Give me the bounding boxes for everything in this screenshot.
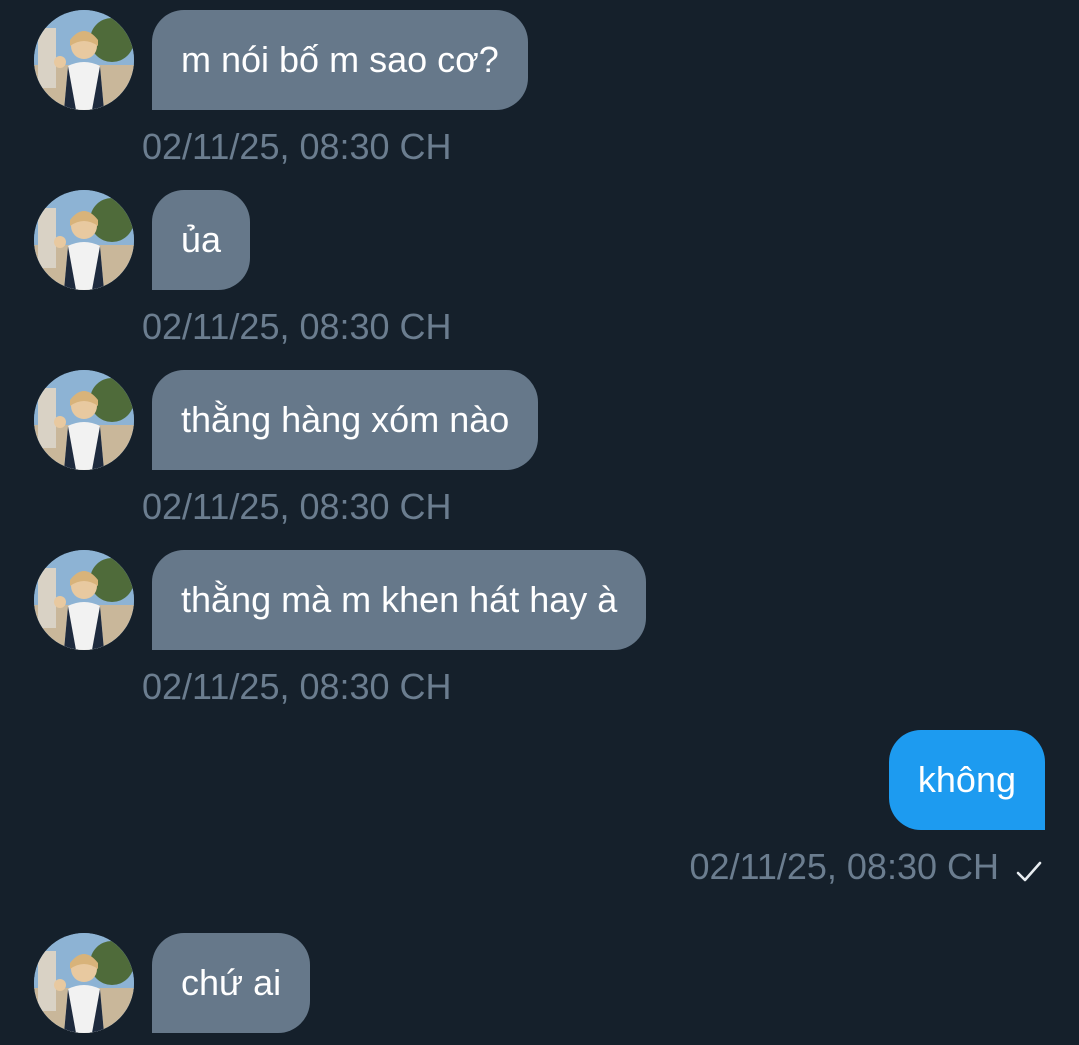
message-bubble[interactable]: chứ ai — [152, 933, 311, 1033]
message-timestamp: 02/11/25, 08:30 CH — [142, 306, 452, 347]
message-timestamp: 02/11/25, 08:30 CH — [142, 126, 452, 167]
message-bubble[interactable]: ủa — [152, 190, 251, 290]
check-icon — [1015, 853, 1043, 882]
message-timestamp: 02/11/25, 08:30 CH — [142, 486, 452, 527]
avatar[interactable] — [34, 370, 134, 470]
message-bubble[interactable]: không — [888, 730, 1045, 830]
avatar[interactable] — [34, 10, 134, 110]
message-bubble[interactable]: thằng hàng xóm nào — [152, 370, 539, 470]
conversation-view[interactable]: m nói bố m sao cơ? 02/11/25, 08:30 CH ủa… — [0, 0, 1079, 1045]
message-timestamp: 02/11/25, 08:30 CH — [689, 846, 999, 887]
avatar[interactable] — [34, 550, 134, 650]
avatar[interactable] — [34, 190, 134, 290]
avatar[interactable] — [34, 933, 134, 1033]
message-timestamp-row: 02/11/25, 08:30 CH — [689, 846, 1043, 888]
message-timestamp: 02/11/25, 08:30 CH — [142, 666, 452, 707]
message-bubble[interactable]: m nói bố m sao cơ? — [152, 10, 528, 110]
message-bubble[interactable]: thằng mà m khen hát hay à — [152, 550, 647, 650]
